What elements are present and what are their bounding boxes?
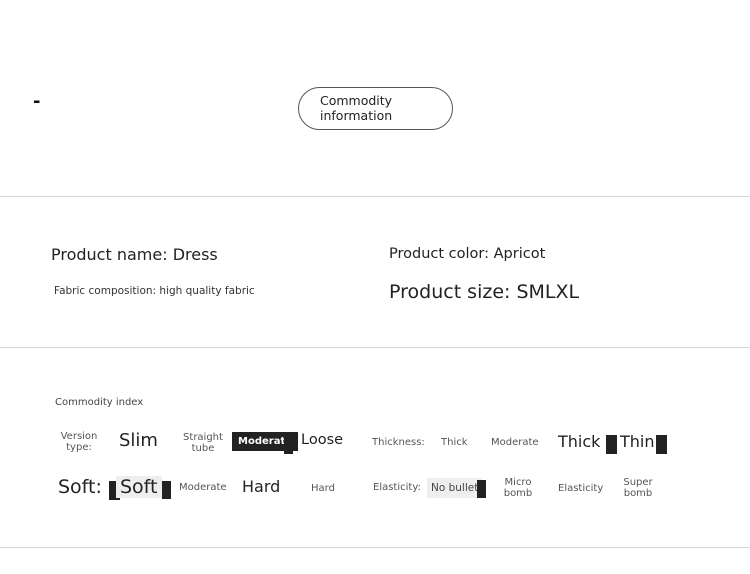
version-type-label-line2: type: bbox=[66, 442, 92, 453]
selection-mark bbox=[284, 436, 293, 454]
elasticity-option-super-bomb[interactable]: Super bomb bbox=[618, 477, 658, 499]
elasticity-option-micro-bomb[interactable]: Micro bomb bbox=[498, 477, 538, 499]
product-name: Product name: Dress bbox=[51, 245, 218, 264]
selection-mark bbox=[477, 480, 486, 498]
fabric-composition: Fabric composition: high quality fabric bbox=[54, 285, 255, 297]
version-option-slim[interactable]: Slim bbox=[119, 430, 158, 451]
dash-mark: - bbox=[33, 91, 41, 112]
thickness-label: Thickness: bbox=[372, 437, 425, 448]
commodity-information-button[interactable]: Commodity information bbox=[298, 87, 453, 130]
product-color: Product color: Apricot bbox=[389, 246, 546, 262]
button-label-line2: information bbox=[320, 108, 393, 123]
thickness-option-thin[interactable]: Thin bbox=[620, 432, 655, 451]
version-type-label: Version type: bbox=[58, 431, 100, 453]
divider-bottom bbox=[0, 547, 750, 548]
elasticity-label: Elasticity: bbox=[373, 482, 421, 493]
selection-mark bbox=[162, 481, 171, 499]
version-option-tube: tube bbox=[191, 443, 215, 454]
elasticity-option-no-bullet-selected[interactable]: No bullet bbox=[427, 478, 483, 498]
product-size: Product size: SMLXL bbox=[389, 281, 580, 303]
elasticity-option-bomb: bomb bbox=[503, 488, 533, 499]
commodity-information-label: Commodity information bbox=[320, 93, 392, 123]
divider-middle bbox=[0, 347, 750, 348]
version-option-straight: Straight bbox=[183, 432, 223, 443]
soft-option-hard[interactable]: Hard bbox=[311, 483, 335, 494]
elasticity-option-micro: Micro bbox=[504, 477, 532, 488]
button-label-line1: Commodity bbox=[320, 93, 393, 108]
soft-option-moderate[interactable]: Moderate bbox=[179, 482, 227, 493]
thickness-option-thick[interactable]: Thick bbox=[441, 437, 468, 448]
version-type-label-line1: Version bbox=[60, 431, 98, 442]
elasticity-option-bomb-2: bomb bbox=[623, 488, 653, 499]
thickness-option-moderate[interactable]: Moderate bbox=[491, 437, 539, 448]
selection-mark bbox=[606, 435, 617, 454]
divider-top bbox=[0, 196, 750, 197]
elasticity-option-super: Super bbox=[623, 477, 653, 488]
commodity-index-title: Commodity index bbox=[55, 397, 144, 408]
version-option-straight-tube[interactable]: Straight tube bbox=[180, 432, 226, 454]
elasticity-option-elasticity[interactable]: Elasticity bbox=[558, 483, 603, 494]
soft-option-soft-selected[interactable]: Soft bbox=[116, 476, 162, 498]
version-option-loose[interactable]: Loose bbox=[301, 432, 343, 448]
selection-mark bbox=[656, 435, 667, 454]
soft-label: Soft: bbox=[58, 476, 102, 498]
soft-option-hard-large[interactable]: Hard bbox=[242, 477, 280, 496]
thickness-option-thick-large[interactable]: Thick bbox=[558, 432, 600, 451]
